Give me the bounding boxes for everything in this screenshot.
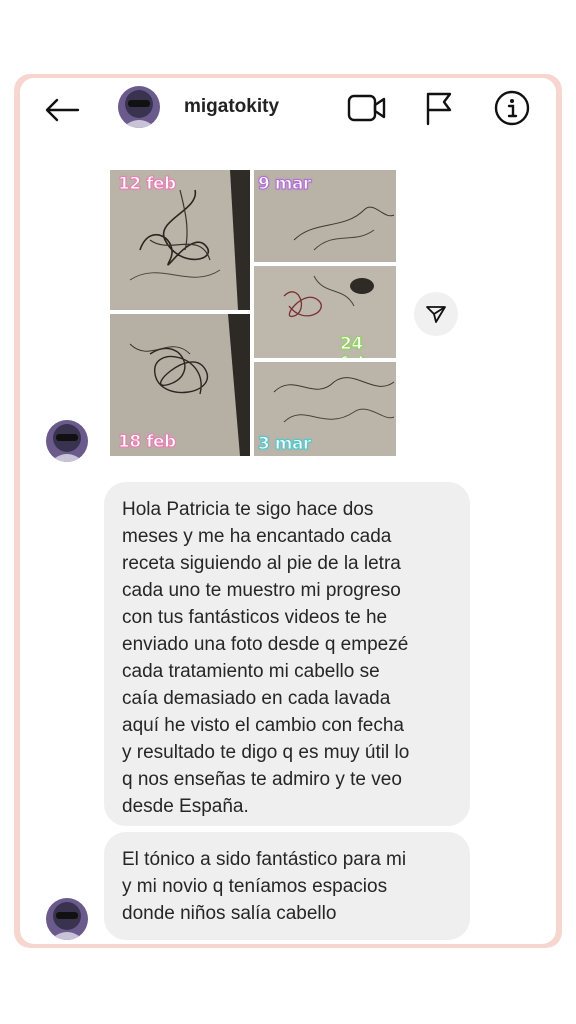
username[interactable]: migatokity xyxy=(184,96,279,118)
video-call-icon xyxy=(347,94,386,122)
report-button[interactable] xyxy=(422,90,454,126)
back-button[interactable] xyxy=(44,94,80,126)
photo-date-label: 9 mar xyxy=(258,174,312,195)
hair-photo: 9 mar xyxy=(254,170,396,262)
hair-photo: 3 mar xyxy=(254,362,396,456)
message-text: Hola Patricia te sigo hace dos meses y m… xyxy=(122,499,410,817)
flag-icon xyxy=(426,92,452,126)
info-button[interactable] xyxy=(494,90,530,126)
hair-photo: 24 feb xyxy=(254,266,396,358)
back-arrow-icon xyxy=(45,98,80,122)
share-button[interactable] xyxy=(414,292,458,336)
photo-date-label: 18 feb xyxy=(118,432,177,453)
avatar[interactable] xyxy=(46,420,88,462)
photo-collage[interactable]: 12 feb 9 mar 24 feb xyxy=(110,170,396,456)
info-icon xyxy=(494,90,530,126)
hair-photo: 18 feb xyxy=(110,314,250,456)
avatar[interactable] xyxy=(118,86,160,128)
message-bubble[interactable]: Hola Patricia te sigo hace dos meses y m… xyxy=(104,482,470,826)
photo-date-label: 3 mar xyxy=(258,434,312,455)
dm-screen: migatokity 12 feb 9 mar 24 18 feb 3 mar … xyxy=(20,78,556,944)
hair-photo: 12 feb xyxy=(110,170,250,310)
message-text: El tónico a sido fantástico para mi y mi… xyxy=(122,849,407,924)
video-call-button[interactable] xyxy=(346,92,388,124)
photo-date-label: 12 feb xyxy=(118,174,177,195)
message-bubble[interactable]: El tónico a sido fantástico para mi y mi… xyxy=(104,832,470,940)
photo-date-label: 24 feb xyxy=(340,334,371,359)
avatar[interactable] xyxy=(46,898,88,940)
send-icon xyxy=(426,306,446,323)
